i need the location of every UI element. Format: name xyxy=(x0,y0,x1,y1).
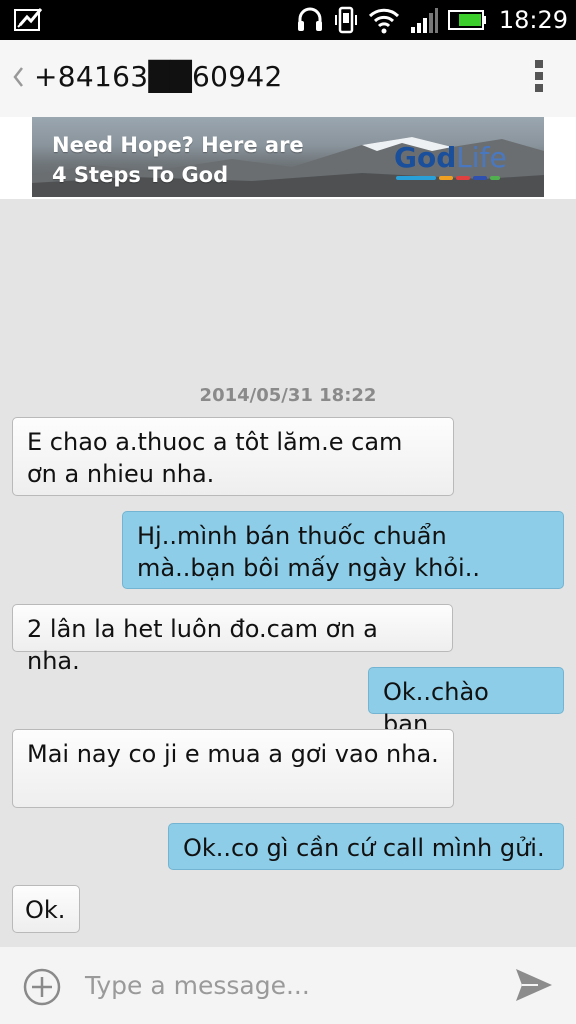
ad-brand-logo: GodLife xyxy=(394,141,507,174)
brand-color-bar xyxy=(396,176,500,180)
message-bubble-received[interactable]: Mai nay co ji e mua a gơi vao nha. xyxy=(12,729,454,808)
message-input[interactable]: Type a message... xyxy=(85,971,310,1000)
conversation-thread[interactable]: 2014/05/31 18:22 E chao a.thuoc a tôt lă… xyxy=(0,199,576,947)
conversation-header: +84163██60942 xyxy=(0,40,576,117)
ad-strip: Need Hope? Here are 4 Steps To God GodLi… xyxy=(0,117,576,199)
headset-icon xyxy=(297,7,322,31)
message-bubble-sent[interactable]: Ok..co gì cần cứ call mình gửi. xyxy=(168,823,564,870)
composer-bar: Type a message... xyxy=(0,947,576,1024)
message-bubble-received[interactable]: Ok. xyxy=(12,885,80,933)
ad-subheadline: 4 Steps To God xyxy=(52,163,229,187)
phone-vibrate-icon xyxy=(334,6,357,34)
message-bubble-received[interactable]: E chao a.thuoc a tôt lăm.e cam ơn a nhie… xyxy=(12,417,454,496)
contact-number[interactable]: +84163██60942 xyxy=(34,60,283,93)
message-timestamp: 2014/05/31 18:22 xyxy=(199,385,377,406)
message-bubble-received[interactable]: 2 lân la het luôn đo.cam ơn a nha. xyxy=(12,604,453,675)
status-icons: 18:29 xyxy=(295,0,568,40)
back-chevron-icon[interactable] xyxy=(10,62,26,92)
ad-banner[interactable]: Need Hope? Here are 4 Steps To God GodLi… xyxy=(32,117,544,197)
status-time: 18:29 xyxy=(498,6,568,34)
message-bubble-sent[interactable]: Ok..chào bạn. xyxy=(368,667,564,738)
battery-icon xyxy=(447,10,486,30)
notification-icon xyxy=(14,8,43,31)
status-bar: 18:29 xyxy=(0,0,576,40)
signal-icon xyxy=(410,8,438,33)
add-attachment-icon[interactable] xyxy=(22,967,62,1007)
send-icon[interactable] xyxy=(514,967,554,1003)
wifi-icon xyxy=(368,8,399,34)
overflow-menu-icon[interactable] xyxy=(532,60,546,96)
brand-main: God xyxy=(394,141,457,174)
brand-light: Life xyxy=(456,141,507,174)
ad-headline: Need Hope? Here are xyxy=(52,133,304,157)
message-bubble-sent[interactable]: Hj..mình bán thuốc chuẩn mà..bạn bôi mấy… xyxy=(122,511,564,589)
